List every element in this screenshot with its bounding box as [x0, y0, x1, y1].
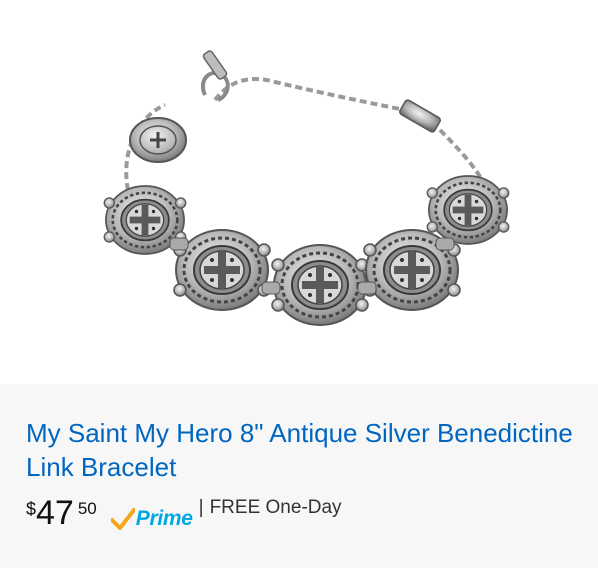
bracelet-illustration — [102, 50, 511, 327]
price-whole: 47 — [36, 494, 74, 532]
product-title-link[interactable]: My Saint My Hero 8" Antique Silver Bened… — [26, 416, 586, 484]
shipping-separator: | — [198, 497, 204, 518]
prime-badge: Prime — [110, 506, 193, 532]
shipping-info: | FREE One-Day — [199, 496, 342, 520]
prime-label: Prime — [135, 507, 193, 530]
price-row: $ 47 50 Prime | FREE One-Day — [26, 494, 586, 536]
price: $ 47 50 — [26, 494, 97, 532]
product-info: My Saint My Hero 8" Antique Silver Bened… — [26, 416, 586, 536]
shipping-text: FREE One-Day — [209, 497, 342, 518]
price-currency-symbol: $ — [26, 499, 37, 519]
product-card[interactable]: My Saint My Hero 8" Antique Silver Bened… — [0, 0, 598, 568]
prime-check-icon — [110, 508, 135, 530]
price-fraction: 50 — [77, 499, 97, 518]
product-image[interactable] — [0, 0, 598, 384]
